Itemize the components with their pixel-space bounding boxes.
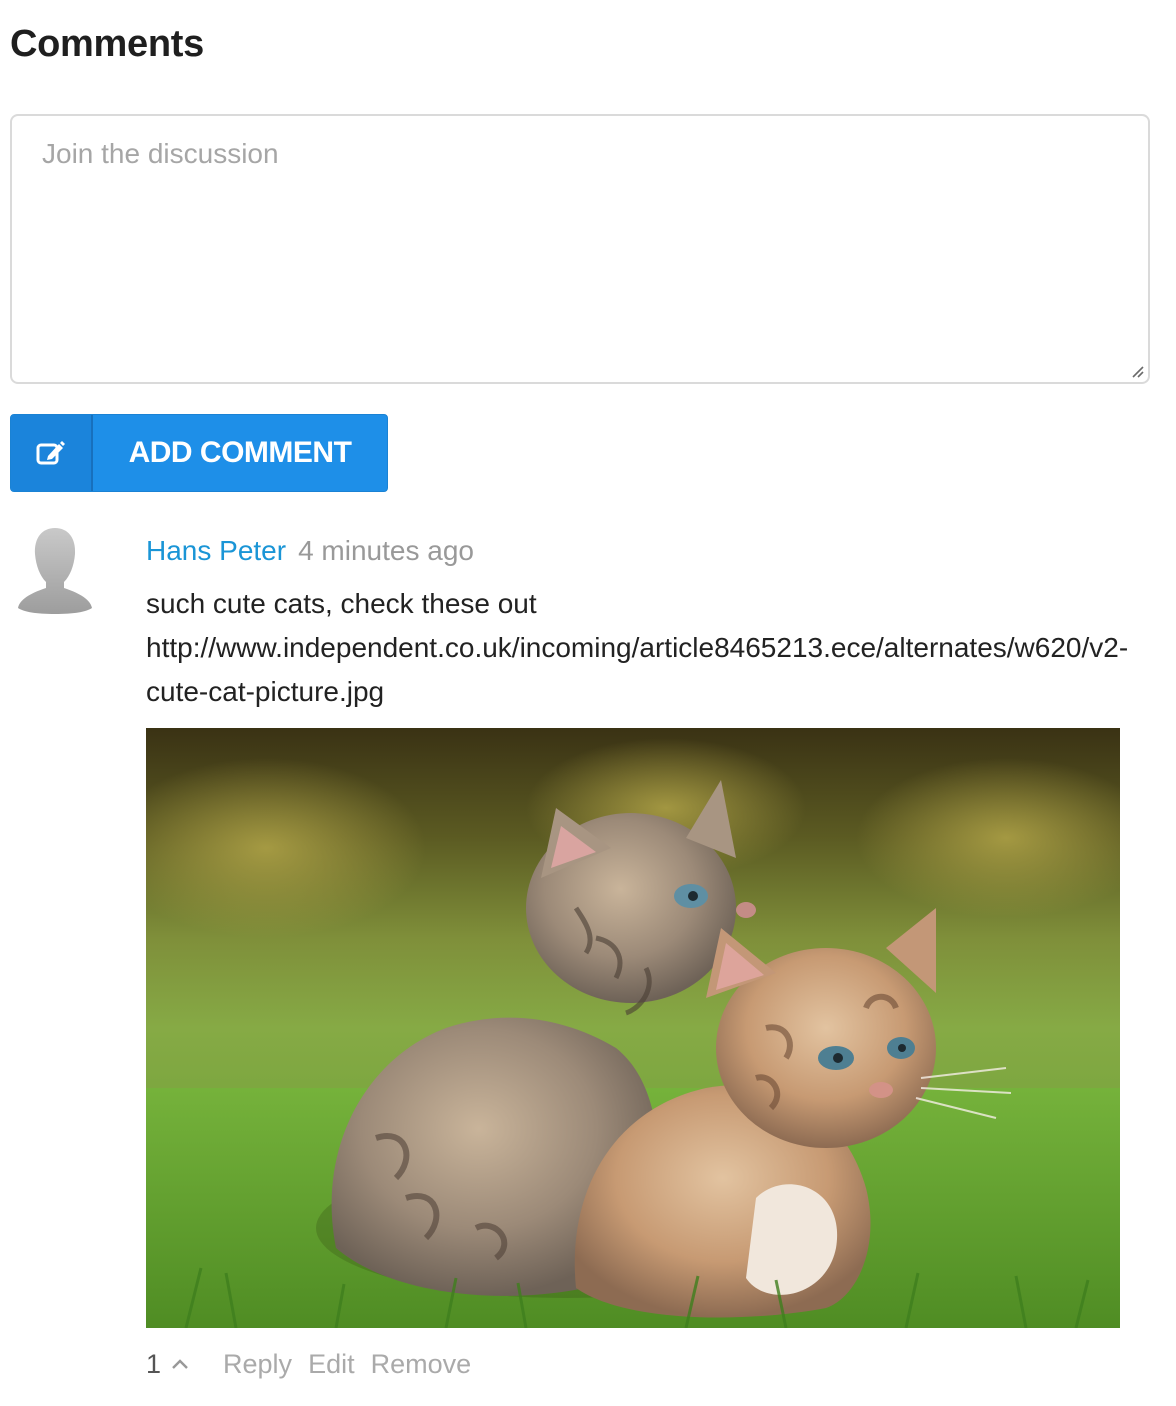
comment-body: such cute cats, check these out http://w… <box>146 582 1136 714</box>
comment-meta: Hans Peter 4 minutes ago <box>146 534 474 568</box>
resize-grip-icon[interactable] <box>1130 364 1144 378</box>
comment-textarea[interactable] <box>12 116 1148 382</box>
comment-image <box>146 728 1120 1328</box>
add-comment-button[interactable]: ADD COMMENT <box>10 414 388 492</box>
upvote-icon[interactable] <box>171 1354 193 1374</box>
add-comment-icon-cell <box>11 415 93 491</box>
edit-icon <box>36 441 65 465</box>
edit-link[interactable]: Edit <box>308 1346 355 1382</box>
comments-section: Comments ADD COMMENT <box>0 0 1176 1406</box>
avatar <box>18 528 92 614</box>
comment-actions: 1 Reply Edit Remove <box>146 1346 487 1382</box>
remove-link[interactable]: Remove <box>371 1346 472 1382</box>
section-title: Comments <box>10 23 204 65</box>
vote-count: 1 <box>146 1349 162 1379</box>
comment-link-text: http://www.independent.co.uk/incoming/ar… <box>146 632 1129 707</box>
add-comment-label: ADD COMMENT <box>128 436 352 469</box>
reply-link[interactable]: Reply <box>223 1346 292 1382</box>
comment-timestamp: 4 minutes ago <box>298 535 474 566</box>
comment-text: such cute cats, check these out <box>146 588 537 619</box>
comment-composer <box>10 114 1150 384</box>
comment-author-link[interactable]: Hans Peter <box>146 535 286 566</box>
